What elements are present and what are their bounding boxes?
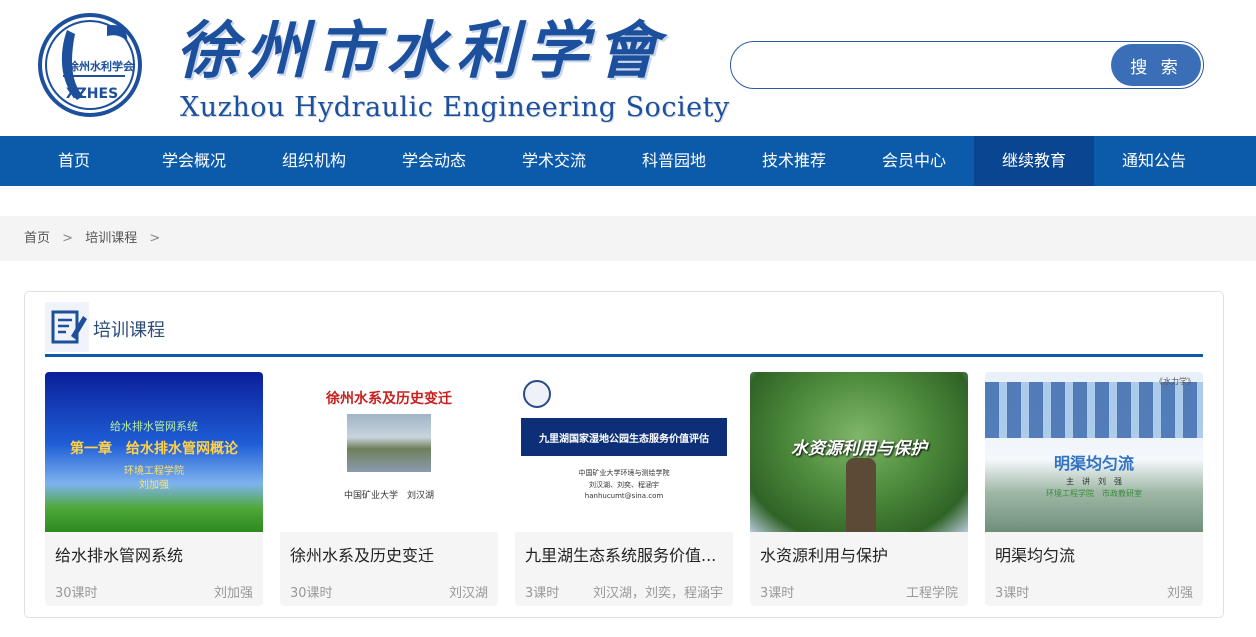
search-input[interactable]: [749, 50, 1109, 80]
course-card[interactable]: 水资源利用与保护 水资源利用与保护 3课时 工程学院: [750, 372, 968, 606]
course-thumbnail[interactable]: 徐州水系及历史变迁 中国矿业大学 刘汉湖: [280, 372, 498, 532]
course-meta: 3课时 刘强: [985, 570, 1203, 601]
main-nav: 首页 学会概况 组织机构 学会动态 学术交流 科普园地 技术推荐 会员中心 继续…: [0, 136, 1256, 186]
panel-title: 培训课程: [93, 320, 165, 341]
thumb-text: 第一章 给水排水管网概论: [70, 441, 238, 457]
course-hours: 3课时: [995, 586, 1030, 601]
thumb-text: 明渠均匀流: [1053, 454, 1134, 473]
course-title[interactable]: 徐州水系及历史变迁: [280, 532, 498, 570]
course-author: 刘强: [1166, 586, 1193, 601]
course-author: 工程学院: [905, 586, 958, 601]
search-button[interactable]: 搜 索: [1111, 44, 1201, 86]
tree-trunk: [846, 458, 876, 532]
thumb-text: 水资源利用与保护: [791, 439, 927, 459]
thumb-text: 徐州水系及历史变迁: [326, 391, 452, 407]
course-meta: 3课时 刘汉湖，刘奕，程涵宇: [515, 570, 733, 601]
course-meta: 30课时 刘汉湖: [280, 570, 498, 601]
thumb-text: 中国矿业大学 刘汉湖: [343, 491, 434, 501]
course-card[interactable]: 给水排水管网系统 第一章 给水排水管网概论 环境工程学院 刘加强 给水排水管网系…: [45, 372, 263, 606]
svg-text:XZHES: XZHES: [66, 86, 118, 102]
nav-item-overview[interactable]: 学会概况: [134, 136, 254, 186]
site-header: 徐州水利学会 XZHES 徐州市水利学會 Xuzhou Hydraulic En…: [0, 0, 1256, 136]
nav-item-tech[interactable]: 技术推荐: [734, 136, 854, 186]
course-hours: 30课时: [290, 586, 333, 601]
site-title-chinese: 徐州市水利学會: [176, 14, 667, 87]
course-hours: 3课时: [525, 586, 560, 601]
course-meta: 3课时 工程学院: [750, 570, 968, 601]
course-card[interactable]: 九里湖国家湿地公园生态服务价值评估 中国矿业大学环境与测绘学院 刘汉湖、刘奕、程…: [515, 372, 733, 606]
course-thumbnail[interactable]: 水资源利用与保护: [750, 372, 968, 532]
nav-item-home[interactable]: 首页: [14, 136, 134, 186]
society-logo[interactable]: 徐州水利学会 XZHES: [37, 12, 143, 118]
thumb-text: 刘加强: [139, 480, 169, 491]
nav-item-science[interactable]: 科普园地: [614, 136, 734, 186]
site-title-english: Xuzhou Hydraulic Engineering Society: [180, 92, 730, 123]
course-list: 给水排水管网系统 第一章 给水排水管网概论 环境工程学院 刘加强 给水排水管网系…: [45, 372, 1203, 606]
course-card[interactable]: 《水力学》 明渠均匀流 主 讲 刘 强 环境工程学院 市政教研室 明渠均匀流 3…: [985, 372, 1203, 606]
thumb-graphic: [985, 382, 1203, 438]
thumb-text: 《水力学》: [1155, 377, 1195, 386]
thumb-text: hanhucumt@sina.com: [584, 492, 664, 500]
course-author: 刘汉湖，刘奕，程涵宇: [592, 586, 723, 601]
course-hours: 30课时: [55, 586, 98, 601]
thumb-text: 主 讲 刘 强: [1066, 477, 1122, 486]
course-thumbnail[interactable]: 给水排水管网系统 第一章 给水排水管网概论 环境工程学院 刘加强: [45, 372, 263, 532]
breadcrumb-separator: >: [62, 231, 74, 246]
course-title[interactable]: 水资源利用与保护: [750, 532, 968, 570]
thumb-text: 给水排水管网系统: [110, 420, 198, 433]
university-seal-icon: [523, 380, 551, 408]
thumb-text: 九里湖国家湿地公园生态服务价值评估: [539, 434, 709, 445]
svg-text:徐州水利学会: 徐州水利学会: [67, 59, 135, 73]
nav-item-education[interactable]: 继续教育: [974, 136, 1094, 186]
breadcrumb-separator: >: [149, 231, 161, 246]
course-thumbnail[interactable]: 《水力学》 明渠均匀流 主 讲 刘 强 环境工程学院 市政教研室: [985, 372, 1203, 532]
thumb-text: 刘汉湖、刘奕、程涵宇: [589, 481, 659, 489]
course-thumbnail[interactable]: 九里湖国家湿地公园生态服务价值评估 中国矿业大学环境与测绘学院 刘汉湖、刘奕、程…: [515, 372, 733, 532]
course-title[interactable]: 九里湖生态系统服务价值...: [515, 532, 733, 570]
course-list-icon: [45, 302, 89, 352]
thumb-text: 环境工程学院: [124, 466, 184, 477]
nav-item-academic[interactable]: 学术交流: [494, 136, 614, 186]
nav-item-members[interactable]: 会员中心: [854, 136, 974, 186]
thumb-photo: [347, 414, 431, 472]
course-title[interactable]: 给水排水管网系统: [45, 532, 263, 570]
panel-header: 培训课程: [45, 302, 1203, 357]
course-author: 刘汉湖: [448, 586, 488, 601]
nav-item-organization[interactable]: 组织机构: [254, 136, 374, 186]
thumb-text: 中国矿业大学环境与测绘学院: [578, 469, 670, 477]
courses-panel: 培训课程 给水排水管网系统 第一章 给水排水管网概论 环境工程学院 刘加强 给水…: [24, 291, 1224, 618]
breadcrumb-home[interactable]: 首页: [24, 231, 50, 246]
search-box: 搜 索: [730, 41, 1204, 89]
thumb-text: 环境工程学院 市政教研室: [1046, 489, 1142, 498]
breadcrumb-current[interactable]: 培训课程: [85, 231, 137, 246]
course-meta: 30课时 刘加强: [45, 570, 263, 601]
breadcrumb: 首页 > 培训课程 >: [0, 216, 1256, 261]
course-author: 刘加强: [213, 586, 253, 601]
course-card[interactable]: 徐州水系及历史变迁 中国矿业大学 刘汉湖 徐州水系及历史变迁 30课时 刘汉湖: [280, 372, 498, 606]
course-title[interactable]: 明渠均匀流: [985, 532, 1203, 570]
nav-item-news[interactable]: 学会动态: [374, 136, 494, 186]
course-hours: 3课时: [760, 586, 795, 601]
nav-item-notices[interactable]: 通知公告: [1094, 136, 1214, 186]
